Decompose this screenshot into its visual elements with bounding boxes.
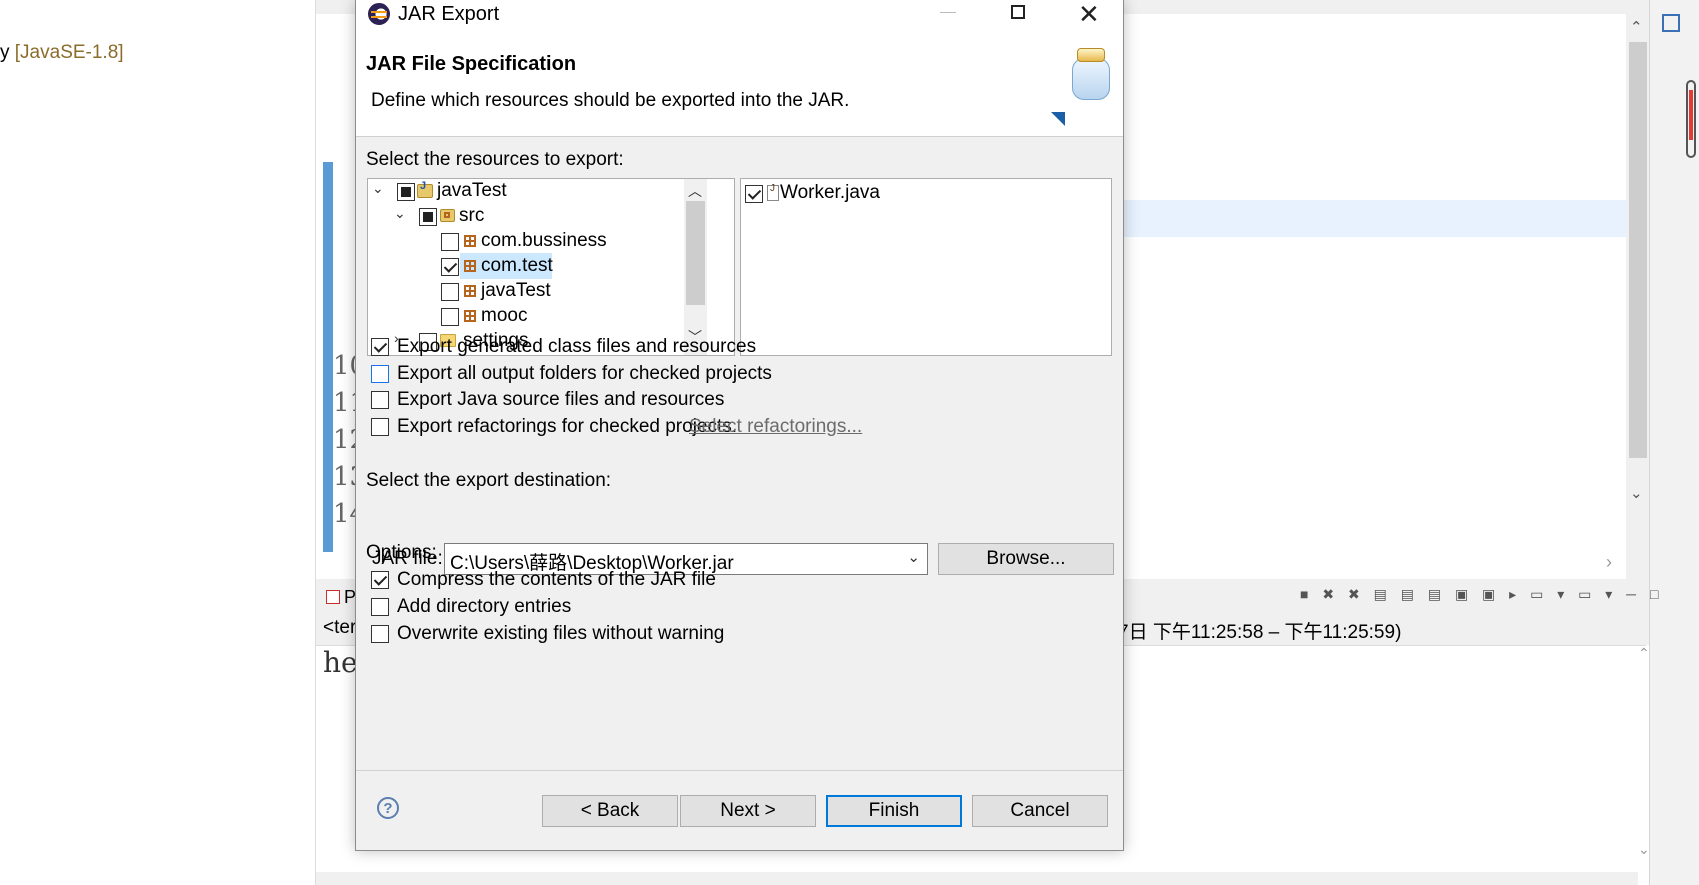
console-toolbar[interactable]: ■ ✖ ✖ ▤ ▤ ▤ ▣ ▣ ▸ ▭ ▾ ▭ ▾ ─ □ bbox=[1300, 586, 1663, 603]
tree-checkbox[interactable] bbox=[441, 308, 459, 326]
console-terminated-label: <ter bbox=[323, 617, 357, 638]
package-explorer-pane: y [JavaSE-1.8] bbox=[0, 0, 316, 885]
problems-icon bbox=[326, 590, 340, 604]
file-item-worker-java[interactable]: Worker.java bbox=[745, 181, 1105, 208]
package-icon bbox=[464, 235, 476, 247]
chevron-down-icon[interactable]: ⌄ bbox=[907, 548, 920, 566]
checkbox[interactable] bbox=[371, 418, 389, 436]
checkbox[interactable] bbox=[371, 625, 389, 643]
chevron-down-icon[interactable]: ⌄ bbox=[394, 205, 406, 222]
tree-item-label: com.test bbox=[481, 255, 553, 276]
tree-item-label: src bbox=[459, 205, 485, 226]
outline-view-icon[interactable] bbox=[1662, 14, 1680, 32]
source-folder-icon bbox=[440, 209, 455, 222]
chevron-down-icon[interactable]: ⌄ bbox=[372, 180, 384, 197]
maximize-button[interactable] bbox=[1011, 5, 1025, 19]
resources-label: Select the resources to export: bbox=[366, 149, 624, 170]
option-label: Export generated class files and resourc… bbox=[397, 336, 757, 357]
option-label: Export all output folders for checked pr… bbox=[397, 363, 772, 384]
right-trim-stack bbox=[1649, 0, 1699, 885]
checkbox[interactable] bbox=[371, 365, 389, 383]
finish-button[interactable]: Finish bbox=[826, 795, 962, 827]
close-button[interactable]: ✕ bbox=[1078, 0, 1100, 28]
dialog-title: JAR Export bbox=[398, 3, 500, 25]
tree-checkbox[interactable] bbox=[419, 208, 437, 226]
tree-item-src[interactable]: ⌄ src bbox=[368, 204, 684, 231]
overview-ruler-marker bbox=[1686, 80, 1696, 158]
dialog-titlebar[interactable]: JAR Export ✕ bbox=[356, 0, 1123, 30]
tree-checkbox[interactable] bbox=[441, 258, 459, 276]
file-checkbox[interactable] bbox=[745, 185, 763, 203]
select-refactorings-link[interactable]: Select refactorings... bbox=[689, 416, 862, 438]
next-button[interactable]: Next > bbox=[680, 795, 816, 827]
tree-item-com-test[interactable]: com.test bbox=[368, 254, 684, 281]
console-output-text: he bbox=[323, 646, 358, 679]
tree-checkbox[interactable] bbox=[397, 183, 415, 201]
java-project-icon bbox=[417, 180, 433, 198]
scroll-up-icon[interactable]: ︿ bbox=[688, 181, 702, 201]
jre-library-prefix: y bbox=[0, 42, 10, 63]
java-file-icon bbox=[767, 183, 779, 201]
help-icon[interactable]: ? bbox=[377, 797, 399, 819]
wizard-page-description: Define which resources should be exporte… bbox=[371, 90, 850, 111]
back-button[interactable]: < Back bbox=[542, 795, 678, 827]
tree-item-com-bussiness[interactable]: com.bussiness bbox=[368, 229, 684, 256]
file-item-label: Worker.java bbox=[780, 182, 880, 203]
jre-library-label: [JavaSE-1.8] bbox=[14, 42, 124, 63]
destination-label: Select the export destination: bbox=[366, 470, 612, 491]
cancel-button[interactable]: Cancel bbox=[972, 795, 1108, 827]
console-horizontal-scrollbar[interactable] bbox=[316, 872, 1638, 885]
tree-item-label: javaTest bbox=[437, 180, 507, 201]
option-label: Compress the contents of the JAR file bbox=[397, 569, 716, 590]
export-arrow-icon bbox=[1051, 112, 1065, 126]
package-icon bbox=[464, 310, 476, 322]
current-line-highlight bbox=[1118, 200, 1626, 237]
chevron-right-icon[interactable]: › bbox=[1606, 552, 1612, 573]
scroll-down-icon[interactable]: ⌄ bbox=[1638, 841, 1650, 858]
package-icon bbox=[464, 285, 476, 297]
option-label: Add directory entries bbox=[397, 596, 572, 617]
eclipse-logo-icon bbox=[368, 3, 390, 25]
wizard-header: JAR File Specification Define which reso… bbox=[356, 30, 1123, 137]
tree-scroll-thumb[interactable] bbox=[686, 201, 705, 305]
tree-item-label: javaTest bbox=[481, 280, 551, 301]
button-bar-separator bbox=[356, 770, 1123, 771]
resource-tree[interactable]: ⌄ javaTest ⌄ src com.bussiness com.test bbox=[367, 178, 735, 356]
editor-change-ruler bbox=[323, 162, 333, 552]
tree-checkbox[interactable] bbox=[441, 233, 459, 251]
console-vertical-scrollbar[interactable]: ⌃ ⌄ bbox=[1638, 645, 1650, 875]
package-icon bbox=[464, 260, 476, 272]
jre-library-item[interactable]: y [JavaSE-1.8] bbox=[0, 42, 124, 64]
option-label: Export Java source files and resources bbox=[397, 389, 725, 410]
editor-scroll-thumb[interactable] bbox=[1629, 42, 1647, 458]
scroll-up-icon[interactable]: ⌃ bbox=[1630, 18, 1643, 36]
option-label: Overwrite existing files without warning bbox=[397, 623, 725, 644]
tree-item-label: com.bussiness bbox=[481, 230, 607, 251]
browse-button[interactable]: Browse... bbox=[938, 543, 1114, 575]
checkbox[interactable] bbox=[371, 571, 389, 589]
file-list[interactable]: Worker.java bbox=[740, 178, 1112, 356]
minimize-icon bbox=[940, 12, 956, 13]
scroll-up-icon[interactable]: ⌃ bbox=[1638, 645, 1650, 662]
checkbox[interactable] bbox=[371, 598, 389, 616]
scroll-down-icon[interactable]: ⌄ bbox=[1630, 484, 1643, 502]
console-run-time: 7日 下午11:25:58 – 下午11:25:59) bbox=[1118, 622, 1402, 643]
tree-item-javatest-package[interactable]: javaTest bbox=[368, 279, 684, 306]
option-label: Export refactorings for checked projects… bbox=[397, 416, 738, 437]
options-label: Options: bbox=[366, 542, 437, 563]
tree-checkbox[interactable] bbox=[441, 283, 459, 301]
checkbox[interactable] bbox=[371, 338, 389, 356]
checkbox[interactable] bbox=[371, 391, 389, 409]
tree-item-mooc[interactable]: mooc bbox=[368, 304, 684, 331]
tree-item-label: mooc bbox=[481, 305, 528, 326]
tree-item-javatest-project[interactable]: ⌄ javaTest bbox=[368, 179, 684, 206]
wizard-page-title: JAR File Specification bbox=[366, 53, 577, 75]
jar-export-dialog: JAR Export ✕ JAR File Specification Defi… bbox=[355, 0, 1124, 851]
jar-wizard-icon bbox=[1066, 44, 1114, 102]
